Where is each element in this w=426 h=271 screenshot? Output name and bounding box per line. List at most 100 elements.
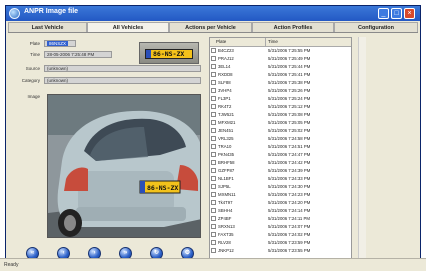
row-plate: RLV28: [218, 240, 231, 245]
title-bar[interactable]: ANPR Image file _ □ ×: [6, 6, 420, 21]
row-time: 5/31/2006 7:24:42 PM: [268, 160, 311, 165]
row-time: 5/31/2006 7:25:49 PM: [268, 56, 311, 61]
vehicle-list[interactable]: Plate Time B4CZ23 5/31/2006 7:25:55 PM PRA…: [209, 37, 352, 261]
plate-crop-text: 86-NS-ZX: [153, 50, 185, 58]
list-header: Plate Time: [210, 38, 351, 47]
row-checkbox[interactable]: [211, 184, 216, 189]
row-time: 5/31/2006 7:23:55 PM: [268, 248, 311, 253]
window-title: ANPR Image file: [24, 8, 79, 15]
tab-action-profiles[interactable]: Action Profiles: [252, 22, 334, 32]
minimize-button[interactable]: _: [378, 8, 389, 19]
plate-field-value: 86NSZX: [47, 41, 69, 46]
row-checkbox[interactable]: [211, 96, 216, 101]
row-checkbox[interactable]: [211, 160, 216, 165]
list-item[interactable]: SRXN13 5/31/2006 7:24:07 PM: [210, 223, 351, 231]
source-field[interactable]: (unknown): [44, 65, 201, 72]
row-checkbox[interactable]: [211, 168, 216, 173]
row-plate: SBHH4: [218, 208, 233, 213]
row-checkbox[interactable]: [211, 200, 216, 205]
list-item[interactable]: RK4T2 5/31/2006 7:25:12 PM: [210, 103, 351, 111]
list-item[interactable]: PRAJ12 5/31/2006 7:25:49 PM: [210, 55, 351, 63]
row-time: 5/31/2006 7:24:47 PM: [268, 152, 311, 157]
list-item[interactable]: Tk4T97 5/31/2006 7:24:20 PM: [210, 199, 351, 207]
list-item[interactable]: RLV28 5/31/2006 7:23:59 PM: [210, 239, 351, 247]
tab-configuration[interactable]: Configuration: [334, 22, 418, 32]
row-time: 5/31/2006 7:25:38 PM: [268, 80, 311, 85]
list-item[interactable]: MXMN11 5/31/2006 7:24:23 PM: [210, 191, 351, 199]
row-checkbox[interactable]: [211, 208, 216, 213]
time-field[interactable]: 28-05-2006 7:25:48 PM: [44, 51, 112, 58]
list-item[interactable]: B4CZ23 5/31/2006 7:25:55 PM: [210, 47, 351, 55]
row-plate: BRHF58: [218, 160, 235, 165]
list-item[interactable]: TRA10 5/31/2006 7:24:51 PM: [210, 143, 351, 151]
row-checkbox[interactable]: [211, 176, 216, 181]
list-item[interactable]: FAXT35 5/31/2006 7:24:02 PM: [210, 231, 351, 239]
row-checkbox[interactable]: [211, 240, 216, 245]
maximize-button[interactable]: □: [391, 8, 402, 19]
row-time: 5/31/2006 7:24:14 PM: [268, 208, 311, 213]
row-time: 5/31/2006 7:25:44 PM: [268, 64, 311, 69]
row-checkbox[interactable]: [211, 192, 216, 197]
category-field[interactable]: (unknown): [44, 77, 201, 84]
image-label: Image: [27, 94, 40, 99]
status-bar: Ready: [0, 258, 426, 271]
row-checkbox[interactable]: [211, 248, 216, 253]
list-item[interactable]: GZFP87 5/31/2006 7:24:39 PM: [210, 167, 351, 175]
list-item[interactable]: 3EL14 5/31/2006 7:25:44 PM: [210, 63, 351, 71]
column-header-plate[interactable]: Plate: [216, 38, 226, 46]
row-checkbox[interactable]: [211, 144, 216, 149]
list-item[interactable]: RXDD8 5/31/2006 7:25:41 PM: [210, 71, 351, 79]
row-time: 5/31/2006 7:25:24 PM: [268, 96, 311, 101]
row-plate: RK4T2: [218, 104, 232, 109]
row-checkbox[interactable]: [211, 120, 216, 125]
list-item[interactable]: TJW521 5/31/2006 7:25:08 PM: [210, 111, 351, 119]
tab-actions-per-vehicle[interactable]: Actions per Vehicle: [169, 22, 252, 32]
plate-field[interactable]: 86NSZX: [44, 40, 76, 47]
row-checkbox[interactable]: [211, 88, 216, 93]
row-checkbox[interactable]: [211, 152, 216, 157]
row-checkbox[interactable]: [211, 136, 216, 141]
list-item[interactable]: SJP5L 5/31/2006 7:24:30 PM: [210, 183, 351, 191]
list-item[interactable]: JNKP12 5/31/2006 7:23:55 PM: [210, 247, 351, 255]
list-item[interactable]: VRL325 5/31/2006 7:24:58 PM: [210, 135, 351, 143]
row-checkbox[interactable]: [211, 80, 216, 85]
row-plate: JEN451: [218, 128, 234, 133]
app-window: ANPR Image file _ □ × Last Vehicle All V…: [5, 5, 421, 264]
list-item[interactable]: 3VHP4 5/31/2006 7:25:26 PM: [210, 87, 351, 95]
tab-last-vehicle[interactable]: Last Vehicle: [8, 22, 87, 32]
row-time: 5/31/2006 7:24:33 PM: [268, 176, 311, 181]
row-checkbox[interactable]: [211, 128, 216, 133]
row-time: 5/31/2006 7:25:12 PM: [268, 104, 311, 109]
row-checkbox[interactable]: [211, 56, 216, 61]
plate-crop-image: 86-NS-ZX: [139, 42, 199, 64]
category-label: Category: [21, 78, 40, 83]
row-time: 5/31/2006 7:24:58 PM: [268, 136, 311, 141]
list-item[interactable]: FL3P1 5/31/2006 7:25:24 PM: [210, 95, 351, 103]
row-plate: GZFP87: [218, 168, 235, 173]
row-plate: NL1BF1: [218, 176, 234, 181]
row-checkbox[interactable]: [211, 72, 216, 77]
list-item[interactable]: MFXM21 5/31/2006 7:25:05 PM: [210, 119, 351, 127]
row-checkbox[interactable]: [211, 232, 216, 237]
row-checkbox[interactable]: [211, 112, 216, 117]
list-item[interactable]: NL1BF1 5/31/2006 7:24:33 PM: [210, 175, 351, 183]
list-item[interactable]: SBHH4 5/31/2006 7:24:14 PM: [210, 207, 351, 215]
list-item[interactable]: BRHF58 5/31/2006 7:24:42 PM: [210, 159, 351, 167]
list-item[interactable]: SLF88 5/31/2006 7:25:38 PM: [210, 79, 351, 87]
row-plate: 3VHP4: [218, 88, 232, 93]
row-checkbox[interactable]: [211, 64, 216, 69]
row-plate: TRA10: [218, 144, 232, 149]
list-scrollbar[interactable]: [358, 37, 366, 261]
row-checkbox[interactable]: [211, 48, 216, 53]
row-checkbox[interactable]: [211, 104, 216, 109]
row-plate: ZP4BF: [218, 216, 232, 221]
row-plate: RXDD8: [218, 72, 233, 77]
column-header-time[interactable]: Time: [268, 38, 278, 46]
list-item[interactable]: ZP4BF 5/31/2006 7:24:11 PM: [210, 215, 351, 223]
row-checkbox[interactable]: [211, 216, 216, 221]
close-button[interactable]: ×: [404, 8, 415, 19]
list-item[interactable]: JEN451 5/31/2006 7:25:02 PM: [210, 127, 351, 135]
list-item[interactable]: PKN435 5/31/2006 7:24:47 PM: [210, 151, 351, 159]
row-checkbox[interactable]: [211, 224, 216, 229]
tab-all-vehicles[interactable]: All Vehicles: [87, 22, 169, 32]
